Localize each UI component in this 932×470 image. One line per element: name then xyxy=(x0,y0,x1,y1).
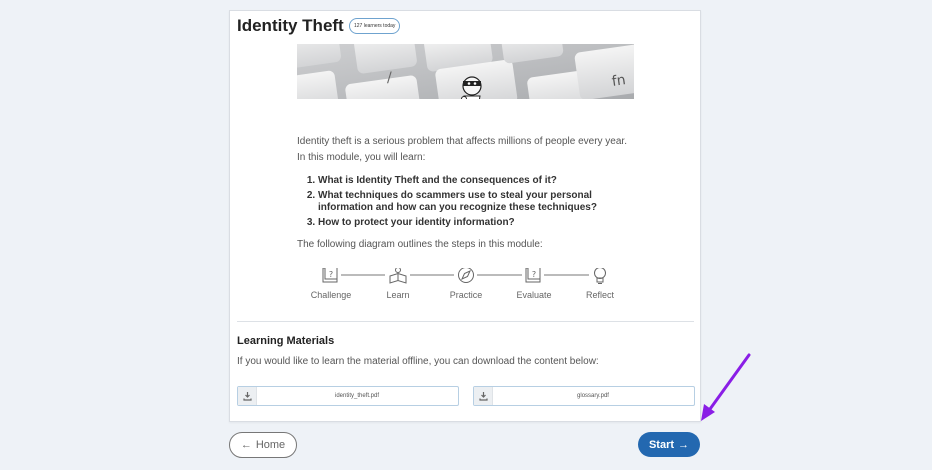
step-label-reflect: Reflect xyxy=(586,290,615,300)
open-book-person-icon xyxy=(389,268,407,284)
annotation-arrow-icon xyxy=(701,353,751,421)
goal-item: How to protect your identity information… xyxy=(318,217,638,229)
file-name: identity_theft.pdf xyxy=(334,393,380,399)
svg-text:?: ? xyxy=(329,270,333,279)
hero-image: fn / xyxy=(297,44,634,99)
goal-item: What techniques do scammers use to steal… xyxy=(318,190,638,214)
arrow-right-icon: → xyxy=(678,438,690,451)
start-button[interactable]: Start → xyxy=(638,432,700,457)
home-button[interactable]: ← Home xyxy=(229,432,297,458)
step-label-learn: Learn xyxy=(386,290,409,300)
intro-text: Identity theft is a serious problem that… xyxy=(297,134,647,166)
download-icon xyxy=(474,387,493,405)
goal-item: What is Identity Theft and the consequen… xyxy=(318,175,638,187)
section-divider xyxy=(237,321,694,322)
module-card: Identity Theft 127 learners today fn / I… xyxy=(229,10,701,422)
download-identity-theft-pdf[interactable]: identity_theft.pdf xyxy=(237,386,459,406)
arrow-left-icon: ← xyxy=(240,439,252,451)
module-title: Identity Theft xyxy=(237,16,344,35)
lightbulb-icon xyxy=(594,268,606,284)
learning-materials-title: Learning Materials xyxy=(237,335,335,347)
download-icon xyxy=(238,387,257,405)
start-button-label: Start xyxy=(648,438,675,451)
svg-text:?: ? xyxy=(532,270,536,279)
download-glossary-pdf[interactable]: glossary.pdf xyxy=(473,386,695,406)
diagram-caption: The following diagram outlines the steps… xyxy=(297,239,543,250)
step-label-challenge: Challenge xyxy=(311,290,352,300)
module-steps-diagram: ? ? Challenge Learn Practice Evaluate Re… xyxy=(311,268,615,300)
svg-text:/: / xyxy=(387,70,392,86)
compass-icon xyxy=(458,268,474,283)
learning-materials-description: If you would like to learn the material … xyxy=(237,356,599,367)
svg-text:fn: fn xyxy=(611,72,627,90)
keyboard-thief-illustration: fn / xyxy=(297,44,634,99)
question-book-icon: ? xyxy=(525,268,541,283)
file-name: glossary.pdf xyxy=(577,393,609,399)
intro-line-2: In this module, you will learn: xyxy=(297,152,426,163)
home-button-label: Home xyxy=(255,439,286,451)
step-label-practice: Practice xyxy=(450,290,483,300)
question-book-icon: ? xyxy=(322,268,338,283)
intro-line-1: Identity theft is a serious problem that… xyxy=(297,136,627,147)
step-label-evaluate: Evaluate xyxy=(516,290,551,300)
learning-goals-list: What is Identity Theft and the consequen… xyxy=(306,175,638,232)
learners-badge: 127 learners today xyxy=(349,18,401,34)
